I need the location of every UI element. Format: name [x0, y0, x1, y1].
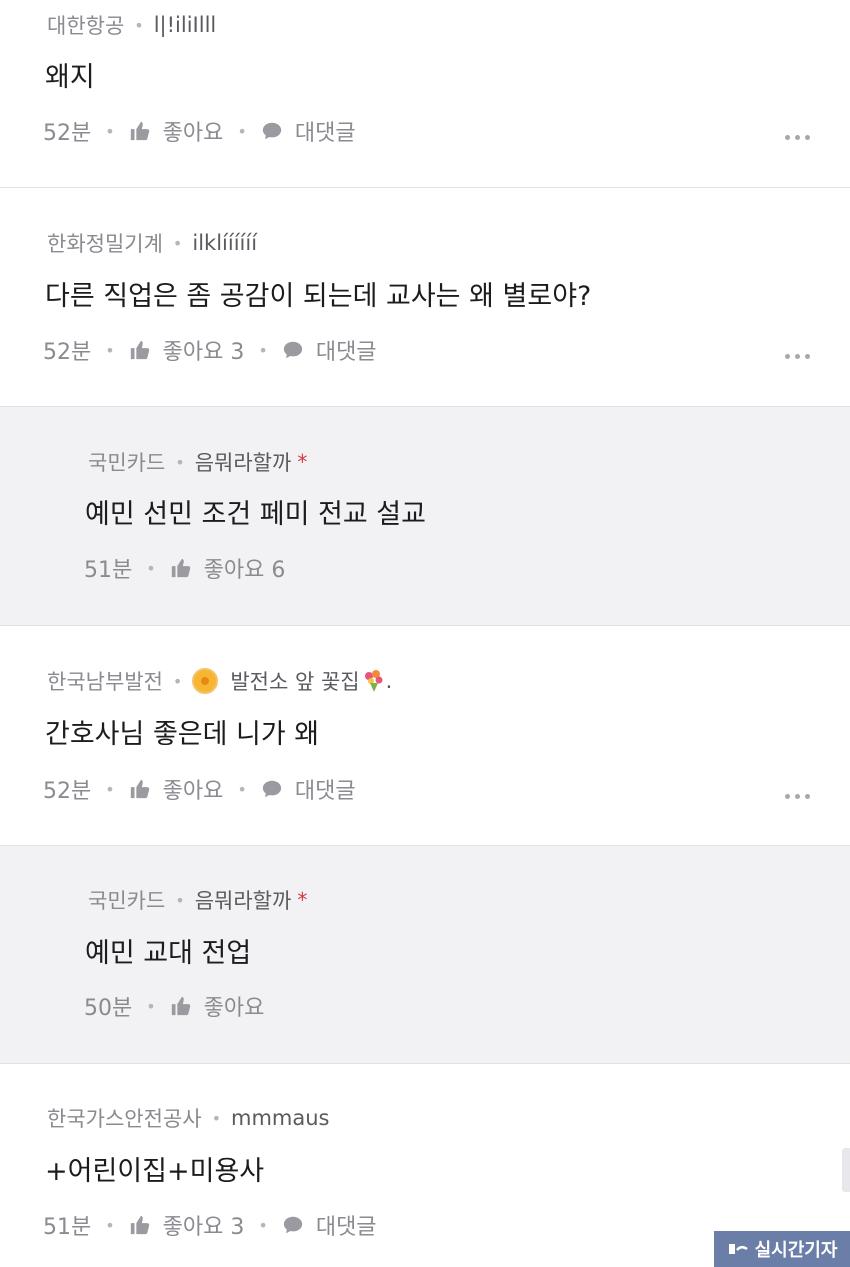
separator-dot: •	[172, 233, 183, 253]
like-button[interactable]: 좋아요 6	[170, 552, 286, 584]
reply-label: 대댓글	[315, 1215, 377, 1240]
separator-dot: •	[237, 121, 247, 141]
comment-actions: 52분 • 좋아요 • 대댓글	[43, 115, 356, 147]
like-label: 좋아요 3	[162, 340, 245, 365]
company-name: 한국가스안전공사	[47, 1107, 202, 1131]
thumbs-up-icon	[130, 1215, 149, 1235]
nickname[interactable]: 음뭐라할까	[195, 885, 292, 915]
company-name: 한국남부발전	[47, 670, 163, 694]
speech-bubble-icon	[262, 122, 282, 140]
reply-item: 국민카드 • 음뭐라할까 * 예민 선민 조건 페미 전교 설교 51분 • 좋…	[0, 407, 850, 625]
separator-dot: •	[211, 1108, 221, 1128]
comment-meta: 한국가스안전공사 • mmmaus	[47, 1103, 330, 1133]
reply-label: 대댓글	[294, 779, 356, 804]
speech-bubble-icon	[283, 1216, 302, 1234]
separator-dot: •	[258, 340, 268, 360]
watermark-logo-icon	[728, 1244, 748, 1254]
like-button[interactable]: 좋아요	[129, 115, 224, 147]
reply-button[interactable]: 대댓글	[261, 115, 356, 147]
nickname[interactable]: l|!iliIlll	[154, 13, 217, 37]
comment-actions: 50분 • 좋아요	[84, 990, 264, 1022]
separator-dot: •	[146, 558, 156, 578]
speech-bubble-icon	[283, 341, 302, 359]
reply-label: 대댓글	[315, 340, 377, 365]
like-button[interactable]: 좋아요 3	[129, 1209, 245, 1241]
comment-text: +어린이집+미용사	[45, 1156, 265, 1187]
watermark-text: 실시간기자	[754, 1240, 838, 1261]
comment-time: 50분	[84, 996, 133, 1021]
comment-text: 예민 교대 전업	[85, 938, 252, 969]
thumbs-up-icon	[130, 121, 149, 141]
comment-item: 한국남부발전 • 발전소 앞 꽃집 . 간호사님 좋은데 니가 왜 52분 • …	[0, 626, 850, 845]
thumbs-up-icon	[130, 779, 149, 799]
like-button[interactable]: 좋아요	[170, 990, 265, 1022]
separator-dot: •	[105, 121, 115, 141]
thumbs-up-icon	[171, 996, 190, 1016]
company-name: 국민카드	[88, 889, 166, 913]
reply-label: 대댓글	[294, 121, 356, 146]
nickname-suffix: .	[385, 669, 393, 693]
comment-text: 다른 직업은 좀 공감이 되는데 교사는 왜 별로야?	[45, 281, 592, 312]
nickname[interactable]: mmmaus	[231, 1106, 330, 1130]
reply-button[interactable]: 대댓글	[261, 773, 356, 805]
comment-item: 대한항공 • l|!iliIlll 왜지 52분 • 좋아요 • 대댓글	[0, 0, 850, 187]
separator-dot: •	[172, 671, 183, 691]
reply-button[interactable]: 대댓글	[282, 334, 377, 366]
company-name: 대한항공	[47, 14, 125, 38]
thumbs-up-icon	[171, 558, 190, 578]
reply-button[interactable]: 대댓글	[282, 1209, 377, 1241]
comment-actions: 52분 • 좋아요 • 대댓글	[43, 773, 356, 805]
watermark: 실시간기자	[714, 1231, 850, 1267]
reply-item: 국민카드 • 음뭐라할까 * 예민 교대 전업 50분 • 좋아요	[0, 846, 850, 1063]
company-name: 한화정밀기계	[47, 232, 163, 256]
separator-dot: •	[146, 996, 156, 1016]
comment-actions: 51분 • 좋아요 6	[84, 552, 285, 584]
comment-time: 51분	[84, 558, 133, 583]
comment-actions: 51분 • 좋아요 3 • 대댓글	[43, 1209, 377, 1241]
like-label: 좋아요 3	[162, 1215, 245, 1240]
separator-dot: •	[105, 1215, 115, 1235]
comment-meta: 한화정밀기계 • ilklíííííí	[47, 228, 257, 258]
scrollbar-handle[interactable]	[842, 1148, 850, 1192]
comment-actions: 52분 • 좋아요 3 • 대댓글	[43, 334, 377, 366]
separator-dot: •	[105, 779, 115, 799]
comment-text: 간호사님 좋은데 니가 왜	[45, 719, 320, 750]
flower-badge-icon	[192, 668, 219, 694]
like-label: 좋아요	[162, 121, 224, 146]
like-label: 좋아요	[162, 779, 224, 804]
thumbs-up-icon	[130, 340, 149, 360]
separator-dot: •	[105, 340, 115, 360]
nickname[interactable]: 발전소 앞 꽃집	[230, 666, 359, 696]
separator-dot: •	[175, 452, 185, 472]
nickname[interactable]: ilklíííííí	[192, 231, 257, 255]
comment-meta: 국민카드 • 음뭐라할까 *	[88, 447, 307, 477]
more-dots-icon[interactable]	[785, 794, 810, 799]
company-name: 국민카드	[88, 451, 166, 475]
separator-dot: •	[237, 779, 247, 799]
comment-time: 51분	[43, 1215, 92, 1240]
comment-meta: 대한항공 • l|!iliIlll	[47, 10, 216, 40]
bouquet-icon	[364, 670, 383, 692]
author-mark: *	[297, 450, 308, 474]
more-dots-icon[interactable]	[785, 354, 810, 359]
comment-time: 52분	[43, 779, 92, 804]
author-mark: *	[297, 888, 308, 912]
comment-text: 예민 선민 조건 페미 전교 설교	[85, 499, 426, 530]
like-button[interactable]: 좋아요 3	[129, 334, 245, 366]
separator-dot: •	[134, 15, 144, 35]
comment-meta: 국민카드 • 음뭐라할까 *	[88, 885, 307, 915]
separator-dot: •	[258, 1215, 268, 1235]
like-button[interactable]: 좋아요	[129, 773, 224, 805]
comment-meta: 한국남부발전 • 발전소 앞 꽃집 .	[47, 666, 392, 696]
comment-time: 52분	[43, 340, 92, 365]
separator-dot: •	[175, 890, 185, 910]
more-dots-icon[interactable]	[785, 135, 810, 140]
like-label: 좋아요 6	[203, 558, 286, 583]
comment-time: 52분	[43, 121, 92, 146]
speech-bubble-icon	[262, 780, 282, 798]
like-label: 좋아요	[203, 996, 265, 1021]
comment-text: 왜지	[45, 62, 95, 93]
comment-item: 한화정밀기계 • ilklíííííí 다른 직업은 좀 공감이 되는데 교사는…	[0, 188, 850, 406]
nickname[interactable]: 음뭐라할까	[195, 447, 292, 477]
